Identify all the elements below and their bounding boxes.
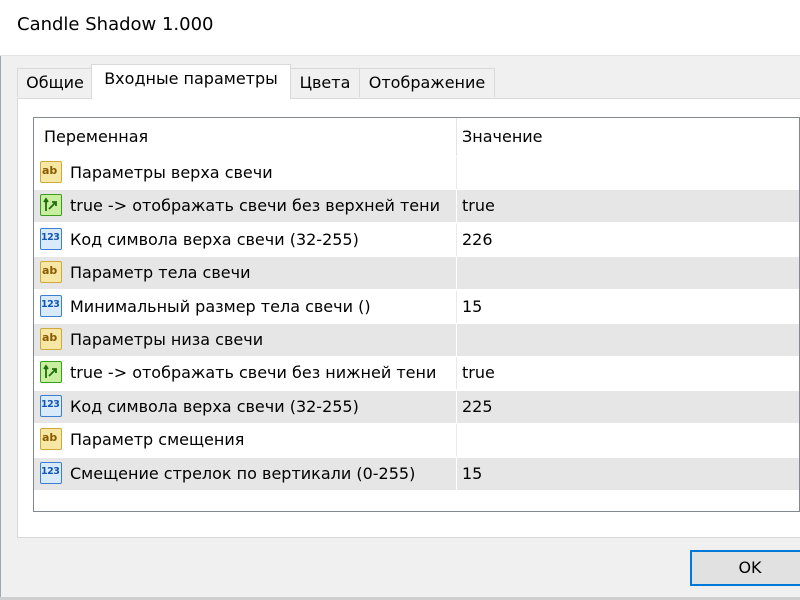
parameter-label: Код символа верха свечи (32-255) bbox=[70, 230, 359, 249]
value-cell[interactable]: 15 bbox=[456, 458, 800, 490]
string-icon: ab bbox=[40, 261, 62, 283]
integer-icon: 123 bbox=[40, 295, 62, 317]
value-cell[interactable]: 15 bbox=[456, 291, 800, 323]
table-row[interactable]: ab Параметр смещения bbox=[34, 424, 799, 457]
string-icon: ab bbox=[40, 328, 62, 350]
dialog-window: Candle Shadow 1.000 Общие Входные параме… bbox=[0, 0, 800, 600]
table-row[interactable]: 123 Код символа верха свечи (32-255) 226 bbox=[34, 224, 799, 257]
window-border bbox=[0, 0, 1, 600]
variable-cell[interactable]: ab Параметр тела свечи bbox=[34, 257, 455, 289]
table-row[interactable]: ab Параметры верха свечи bbox=[34, 157, 799, 190]
variable-cell[interactable]: true -> отображать свечи без верхней тен… bbox=[34, 190, 455, 222]
value-cell[interactable] bbox=[456, 157, 800, 189]
parameter-value: 15 bbox=[462, 464, 483, 483]
icon-glyph: 123 bbox=[41, 299, 60, 310]
table-row[interactable]: true -> отображать свечи без верхней тен… bbox=[34, 190, 799, 223]
parameters-grid: Переменная Значение ab Параметры верха св… bbox=[33, 117, 800, 512]
parameter-label: Смещение стрелок по вертикали (0-255) bbox=[70, 464, 416, 483]
table-row[interactable]: 123 Смещение стрелок по вертикали (0-255)… bbox=[34, 458, 799, 491]
table-row[interactable]: ab Параметры низа свечи bbox=[34, 324, 799, 357]
integer-icon: 123 bbox=[40, 228, 62, 250]
variable-cell[interactable]: ab Параметры верха свечи bbox=[34, 157, 455, 189]
bool-icon bbox=[40, 361, 62, 383]
parameter-label: Параметр тела свечи bbox=[70, 263, 251, 282]
value-cell[interactable] bbox=[456, 324, 800, 356]
parameter-value: 15 bbox=[462, 297, 483, 316]
variable-cell[interactable]: true -> отображать свечи без нижней тени bbox=[34, 357, 455, 389]
parameter-value: 226 bbox=[462, 230, 493, 249]
value-cell[interactable]: 226 bbox=[456, 224, 800, 256]
icon-glyph: ab bbox=[42, 431, 58, 444]
ok-button[interactable]: OK bbox=[690, 550, 800, 586]
column-divider[interactable] bbox=[456, 118, 457, 156]
variable-cell[interactable]: 123 Код символа верха свечи (32-255) bbox=[34, 391, 455, 423]
parameter-label: true -> отображать свечи без верхней тен… bbox=[70, 196, 440, 215]
value-cell[interactable] bbox=[456, 424, 800, 456]
string-icon: ab bbox=[40, 161, 62, 183]
icon-glyph: 123 bbox=[41, 399, 60, 410]
parameter-label: true -> отображать свечи без нижней тени bbox=[70, 363, 437, 382]
column-header-variable[interactable]: Переменная bbox=[44, 127, 148, 146]
tab-colors[interactable]: Цвета bbox=[289, 68, 361, 97]
parameter-label: Параметры низа свечи bbox=[70, 330, 264, 349]
table-row[interactable]: true -> отображать свечи без нижней тени… bbox=[34, 357, 799, 390]
bool-icon bbox=[40, 194, 62, 216]
integer-icon: 123 bbox=[40, 462, 62, 484]
grid-header: Переменная Значение bbox=[34, 118, 799, 157]
tab-input-parameters[interactable]: Входные параметры bbox=[91, 64, 291, 99]
variable-cell[interactable]: 123 Смещение стрелок по вертикали (0-255) bbox=[34, 458, 455, 490]
string-icon: ab bbox=[40, 428, 62, 450]
parameter-label: Параметры верха свечи bbox=[70, 163, 273, 182]
value-cell[interactable]: true bbox=[456, 190, 800, 222]
variable-cell[interactable]: ab Параметр смещения bbox=[34, 424, 455, 456]
icon-glyph: ab bbox=[42, 331, 58, 344]
icon-glyph: ab bbox=[42, 164, 58, 177]
variable-cell[interactable]: 123 Код символа верха свечи (32-255) bbox=[34, 224, 455, 256]
integer-icon: 123 bbox=[40, 395, 62, 417]
variable-cell[interactable]: ab Параметры низа свечи bbox=[34, 324, 455, 356]
value-cell[interactable] bbox=[456, 257, 800, 289]
variable-cell[interactable]: 123 Минимальный размер тела свечи () bbox=[34, 291, 455, 323]
parameter-label: Параметр смещения bbox=[70, 430, 245, 449]
tab-general[interactable]: Общие bbox=[17, 68, 93, 97]
icon-glyph: 123 bbox=[41, 466, 60, 477]
icon-glyph: ab bbox=[42, 264, 58, 277]
parameter-value: true bbox=[462, 363, 495, 382]
table-row[interactable]: ab Параметр тела свечи bbox=[34, 257, 799, 290]
value-cell[interactable]: true bbox=[456, 357, 800, 389]
tab-display[interactable]: Отображение bbox=[359, 68, 495, 97]
column-header-value[interactable]: Значение bbox=[462, 127, 543, 146]
title-bar[interactable]: Candle Shadow 1.000 bbox=[0, 0, 800, 56]
value-cell[interactable]: 225 bbox=[456, 391, 800, 423]
parameter-label: Минимальный размер тела свечи () bbox=[70, 297, 371, 316]
parameter-value: 225 bbox=[462, 397, 493, 416]
parameter-value: true bbox=[462, 196, 495, 215]
window-title: Candle Shadow 1.000 bbox=[17, 14, 214, 35]
parameter-label: Код символа верха свечи (32-255) bbox=[70, 397, 359, 416]
icon-glyph: 123 bbox=[41, 232, 60, 243]
table-row[interactable]: 123 Минимальный размер тела свечи () 15 bbox=[34, 291, 799, 324]
table-row[interactable]: 123 Код символа верха свечи (32-255) 225 bbox=[34, 391, 799, 424]
